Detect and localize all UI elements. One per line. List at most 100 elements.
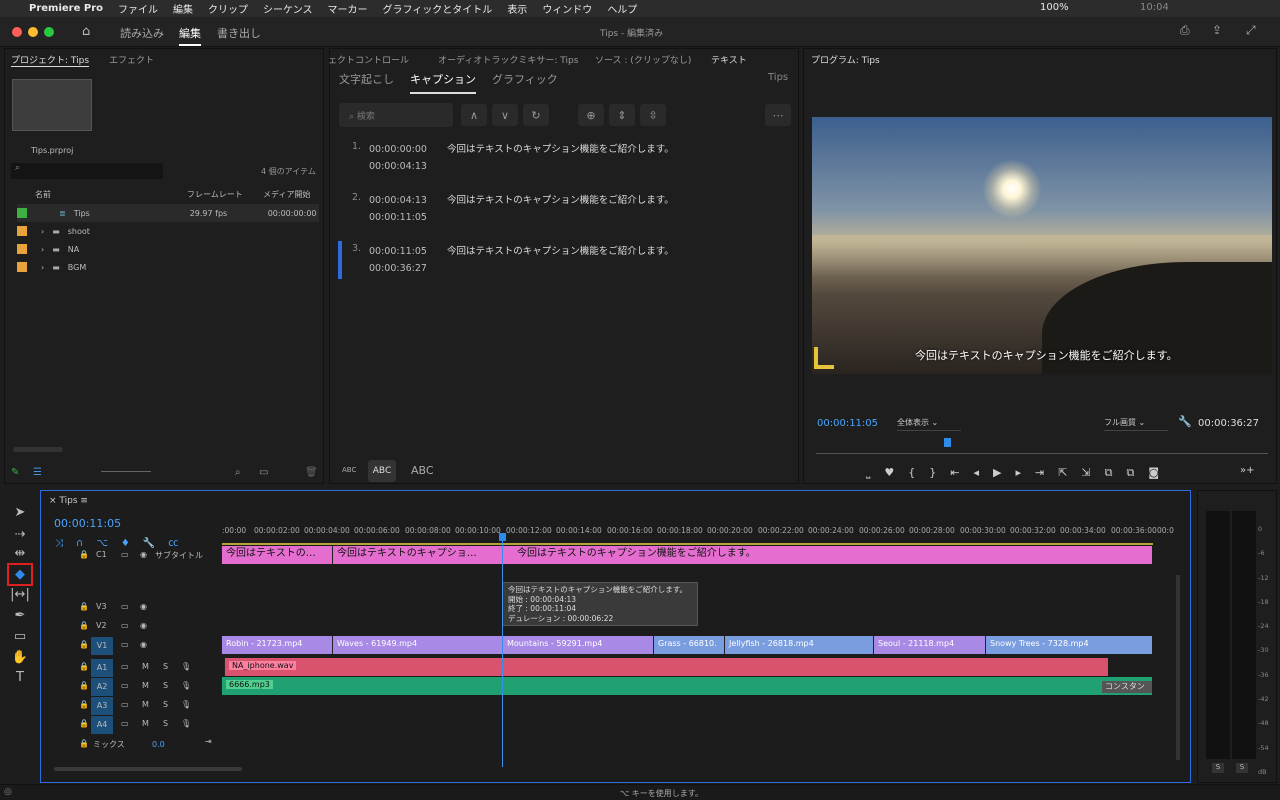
text-size-medium-button[interactable]: ABC — [368, 460, 396, 482]
share-icon[interactable]: ⇪ — [1212, 23, 1222, 37]
app-menu[interactable]: Premiere Pro — [29, 3, 103, 14]
replace-icon[interactable]: ↻ — [523, 104, 549, 126]
caption-search-input[interactable]: ⌕ 検索 — [339, 103, 453, 127]
fullscreen-icon[interactable]: ⤢ — [1246, 23, 1256, 38]
menu-help[interactable]: ヘルプ — [607, 1, 637, 16]
home-icon[interactable]: ⌂ — [82, 24, 90, 39]
video-clip[interactable]: Snowy Trees - 7328.mp4 — [985, 636, 1152, 654]
work-area-bar[interactable] — [222, 543, 1153, 545]
playhead-handle[interactable] — [499, 533, 506, 541]
tab-project[interactable]: プロジェクト: Tips — [11, 53, 90, 67]
tab-effects[interactable]: エフェクト — [109, 53, 154, 66]
timeline-ruler[interactable]: :00:00 00:00:02:00 00:00:04:00 00:00:06:00 0… — [222, 526, 1174, 538]
add-caption-button[interactable]: ⊕ — [578, 104, 604, 126]
v1-source-patch[interactable]: V1 — [91, 637, 113, 655]
pencil-icon[interactable]: ✎ — [11, 467, 19, 478]
transition[interactable]: コンスタン — [1102, 681, 1152, 693]
caption-clip[interactable]: 今回はテキストのキャプショ… — [332, 546, 502, 564]
col-media-start[interactable]: メディア開始 — [263, 189, 310, 200]
video-clip[interactable]: Jellyfish - 26818.mp4 — [724, 636, 873, 654]
project-search-input[interactable]: ⌕ — [11, 163, 163, 179]
more-options-button[interactable]: ⋯ — [765, 104, 791, 126]
tab-effect-controls[interactable]: ェクトコントロール — [328, 53, 409, 66]
solo-right-button[interactable]: S — [1236, 763, 1248, 773]
col-framerate[interactable]: フレームレート — [187, 189, 243, 200]
subtab-transcript[interactable]: 文字起こし — [339, 71, 394, 87]
tab-import[interactable]: 読み込み — [120, 25, 164, 41]
video-clip[interactable]: Waves - 61949.mp4 — [332, 636, 502, 654]
hand-tool-icon[interactable]: ✋ — [10, 650, 30, 668]
mix-value[interactable]: 0.0 — [152, 740, 165, 749]
find-icon[interactable]: ⌕ — [235, 467, 241, 478]
project-thumbnail[interactable] — [12, 79, 92, 131]
close-button[interactable] — [12, 27, 22, 37]
caption-clip[interactable]: 今回はテキストの… — [221, 546, 332, 564]
list-item[interactable]: › ▬ shoot — [17, 222, 319, 240]
type-tool-icon[interactable]: T — [10, 670, 30, 688]
tab-text[interactable]: テキスト — [711, 53, 747, 66]
zoom-slider[interactable] — [101, 471, 151, 472]
track-header-c1: 🔒 C1 ▭ ◉ サブタイトル — [79, 550, 203, 560]
trash-icon[interactable]: 🗑 — [305, 467, 318, 478]
new-bin-icon[interactable]: ▭ — [259, 467, 268, 478]
tab-edit[interactable]: 編集 — [179, 25, 201, 46]
menu-window[interactable]: ウィンドウ — [542, 1, 592, 16]
menu-sequence[interactable]: シーケンス — [263, 1, 313, 16]
lock-icon: 🔒 — [79, 550, 89, 559]
col-name[interactable]: 名前 — [35, 189, 51, 200]
minimize-button[interactable] — [28, 27, 38, 37]
next-button[interactable]: ∨ — [492, 104, 518, 126]
menu-graphics[interactable]: グラフィックとタイトル — [383, 1, 493, 16]
list-view-icon[interactable]: ☰ — [33, 467, 42, 478]
razor-tool-icon[interactable]: ◆ — [7, 563, 33, 586]
fit-dropdown[interactable]: 全体表示 ⌄ — [897, 417, 961, 431]
menu-view[interactable]: 表示 — [507, 1, 527, 16]
ripple-edit-icon[interactable]: ⇹ — [10, 546, 30, 564]
timeline-v-scrollbar[interactable] — [1176, 575, 1180, 760]
menu-clip[interactable]: クリップ — [208, 1, 248, 16]
list-item[interactable]: › ▬ NA — [17, 240, 319, 258]
quality-dropdown[interactable]: フル画質 ⌄ — [1104, 417, 1168, 431]
audio-clip[interactable]: NA_iphone.wav — [224, 658, 1108, 676]
horizontal-scrollbar[interactable] — [13, 447, 63, 452]
scrubber-bar[interactable] — [816, 453, 1268, 454]
rectangle-tool-icon[interactable]: ▭ — [10, 629, 30, 647]
list-item[interactable]: ≣ Tips 29.97 fps 00:00:00:00 — [17, 204, 319, 222]
playhead-timecode[interactable]: 00:00:11:05 — [817, 418, 878, 429]
transport-controls[interactable]: ⎵♥{}⇤◂▶▸⇥⇱⇲⧉⧉◙ — [866, 466, 1173, 480]
caption-clip[interactable]: 今回はテキストのキャプション機能をご紹介します。 — [502, 546, 1152, 564]
menu-edit[interactable]: 編集 — [173, 1, 193, 16]
subtab-captions[interactable]: キャプション — [410, 71, 476, 94]
add-button-icon[interactable]: »+ — [1240, 465, 1255, 476]
audio-clip[interactable]: 6666.mp3 — [221, 677, 1152, 695]
pen-tool-icon[interactable]: ✒ — [10, 608, 30, 626]
video-clip[interactable]: Mountains - 59291.mp4 — [502, 636, 653, 654]
playhead-marker[interactable] — [944, 438, 951, 447]
prev-button[interactable]: ∧ — [461, 104, 487, 126]
solo-left-button[interactable]: S — [1212, 763, 1224, 773]
timeline-timecode[interactable]: 00:00:11:05 — [54, 517, 121, 530]
quick-export-icon[interactable]: ⎙ — [1180, 23, 1190, 38]
video-clip[interactable]: Seoul - 21118.mp4 — [873, 636, 985, 654]
playhead-line[interactable] — [502, 537, 503, 767]
split-caption-button[interactable]: ⇕ — [609, 104, 635, 126]
text-size-small-button[interactable]: ABC — [342, 466, 356, 474]
wrench-icon[interactable]: 🔧 — [1178, 415, 1192, 428]
menu-marker[interactable]: マーカー — [328, 1, 368, 16]
merge-caption-button[interactable]: ⇳ — [640, 104, 666, 126]
slip-tool-icon[interactable]: |↔| — [10, 587, 30, 605]
text-size-large-button[interactable]: ABC — [411, 464, 434, 477]
video-clip[interactable]: Grass - 66810. — [653, 636, 724, 654]
tab-audio-mixer[interactable]: オーディオトラックミキサー: Tips — [438, 53, 578, 66]
menu-file[interactable]: ファイル — [118, 1, 158, 16]
timeline-tab-close[interactable]: × Tips ≡ — [49, 496, 88, 506]
subtab-graphics[interactable]: グラフィック — [492, 71, 558, 87]
video-clip[interactable]: Robin - 21723.mp4 — [221, 636, 332, 654]
list-item[interactable]: › ▬ BGM — [17, 258, 319, 276]
track-select-icon[interactable]: ⇢ — [10, 527, 30, 545]
zoom-button[interactable] — [44, 27, 54, 37]
tab-source[interactable]: ソース : (クリップなし) — [595, 53, 691, 66]
tab-export[interactable]: 書き出し — [217, 25, 261, 41]
selection-tool-icon[interactable]: ➤ — [10, 505, 30, 523]
timeline-h-scrollbar[interactable] — [54, 767, 242, 771]
